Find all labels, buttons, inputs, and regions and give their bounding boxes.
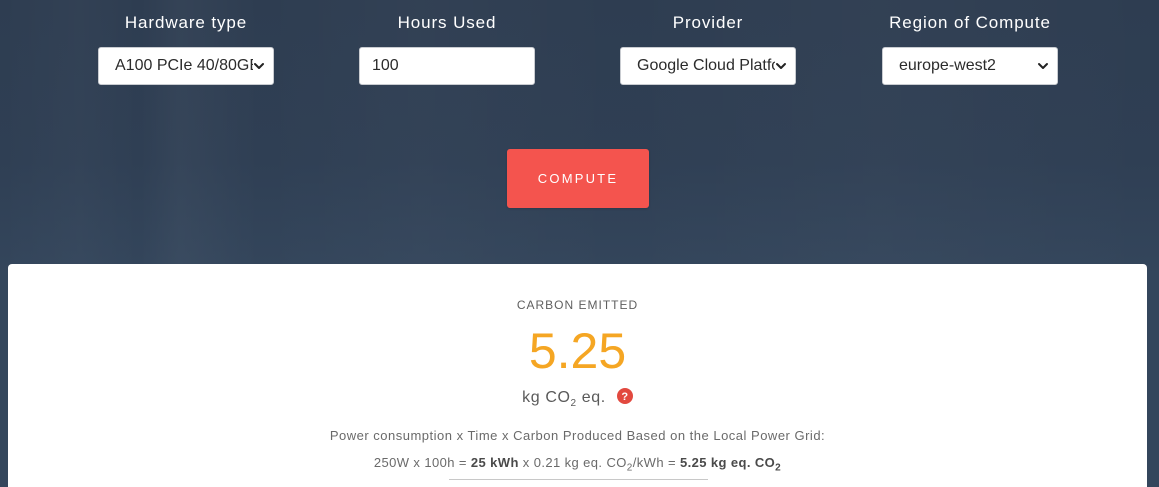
divider <box>449 479 708 480</box>
region-label: Region of Compute <box>889 13 1051 32</box>
chevron-down-icon <box>775 60 787 72</box>
carbon-emitted-heading: CARBON EMITTED <box>516 298 639 312</box>
chevron-down-icon <box>253 60 265 72</box>
formula-power-time: 250W x 100h = <box>373 455 471 470</box>
carbon-unit: kg CO2 eq. ? <box>8 388 1147 409</box>
question-circle-icon[interactable]: ? <box>616 388 633 409</box>
provider-field: Provider Google Cloud Platform <box>620 12 796 85</box>
formula-total-text: 5.25 kg eq. CO <box>679 455 776 470</box>
provider-value: Google Cloud Platform <box>637 57 775 74</box>
hardware-type-label: Hardware type <box>124 13 248 32</box>
hours-used-value: 100 <box>372 57 399 74</box>
formula-per-kwh: /kWh = <box>632 455 680 470</box>
formula-total-sub: 2 <box>775 462 782 474</box>
svg-text:?: ? <box>621 391 628 403</box>
formula-total: 5.25 kg eq. CO2 <box>679 455 781 474</box>
hardware-type-field: Hardware type A100 PCIe 40/80GB <box>98 12 274 85</box>
hours-used-field: Hours Used 100 <box>359 12 535 85</box>
region-field: Region of Compute europe-west2 <box>882 12 1058 85</box>
formula-multiplier: x 0.21 kg eq. CO <box>518 455 627 470</box>
result-card: CARBON EMITTED 5.25 kg CO2 eq. ? Power c… <box>8 264 1147 487</box>
hardware-type-select[interactable]: A100 PCIe 40/80GB <box>98 47 274 85</box>
unit-suffix: eq. <box>576 389 606 406</box>
chevron-down-icon <box>1037 60 1049 72</box>
provider-select[interactable]: Google Cloud Platform <box>620 47 796 85</box>
region-value: europe-west2 <box>899 57 996 74</box>
provider-label: Provider <box>672 13 744 32</box>
hardware-type-value: A100 PCIe 40/80GB <box>115 57 253 74</box>
hours-used-input[interactable]: 100 <box>359 47 535 85</box>
formula-energy: 25 kWh <box>470 455 519 470</box>
region-select[interactable]: europe-west2 <box>882 47 1058 85</box>
formula-text: 250W x 100h = 25 kWh x 0.21 kg eq. CO 2/k… <box>8 455 1147 474</box>
unit-prefix: kg CO <box>522 389 571 406</box>
carbon-emitted-value: 5.25 <box>528 323 627 379</box>
explanation-text: Power consumption x Time x Carbon Produc… <box>329 428 826 443</box>
compute-button[interactable]: COMPUTE <box>507 149 649 208</box>
hours-used-label: Hours Used <box>397 13 497 32</box>
